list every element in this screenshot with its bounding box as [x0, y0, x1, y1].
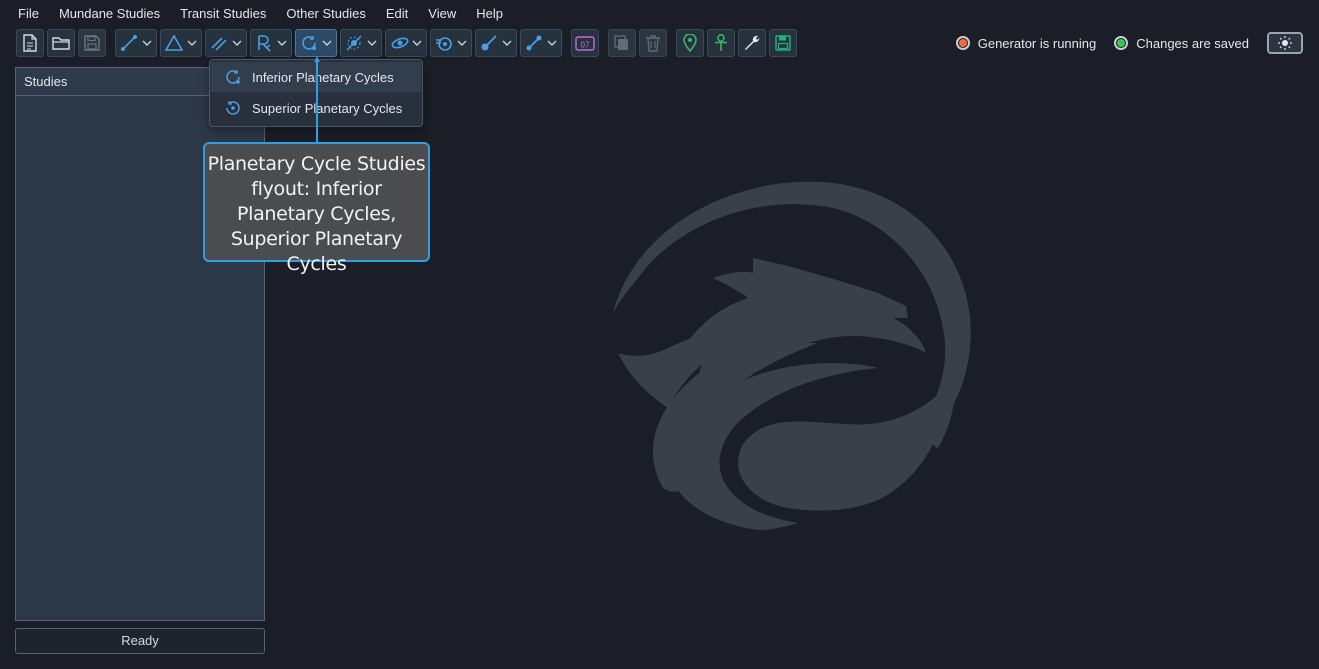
menu-view[interactable]: View: [418, 0, 466, 27]
wrench-icon: [745, 35, 760, 50]
chevron-down-icon: [457, 40, 467, 46]
status-bar: Ready: [15, 628, 265, 654]
svg-text:07: 07: [581, 41, 590, 50]
save-button[interactable]: [78, 29, 106, 57]
chevron-down-icon: [322, 40, 332, 46]
status-area: Generator is running Changes are saved: [955, 31, 1303, 55]
location-pin-icon: [683, 34, 697, 52]
parallels-dropdown-button[interactable]: [205, 29, 247, 57]
save-disk-icon: [84, 35, 100, 51]
trash-icon: [646, 35, 660, 52]
declination-dropdown-button[interactable]: [520, 29, 562, 57]
changes-status-label: Changes are saved: [1136, 35, 1249, 51]
save-green-icon: [775, 35, 791, 51]
superior-cycle-icon: [224, 99, 242, 117]
new-study-button[interactable]: [16, 29, 44, 57]
aspects-dropdown-button[interactable]: [115, 29, 157, 57]
callout-pointer-arrow: [314, 56, 320, 144]
chevron-down-icon: [502, 40, 512, 46]
lunations-dropdown-button[interactable]: [385, 29, 427, 57]
menu-mundane-studies[interactable]: Mundane Studies: [49, 0, 170, 27]
chevron-down-icon: [277, 40, 287, 46]
copy-button[interactable]: [608, 29, 636, 57]
copy-icon: [614, 35, 628, 50]
settings-button[interactable]: [738, 29, 766, 57]
retrograde-dropdown-button[interactable]: [250, 29, 292, 57]
retrograde-icon: [258, 35, 271, 52]
annotation-callout: Planetary Cycle Studies flyout: Inferior…: [203, 142, 430, 275]
calendar-button[interactable]: 07: [571, 29, 599, 57]
stations-icon: [481, 35, 497, 51]
chevron-down-icon: [412, 40, 422, 46]
flyout-item-label: Inferior Planetary Cycles: [252, 69, 394, 85]
aspects-icon: [121, 35, 137, 51]
ingress-icon: [436, 37, 452, 51]
changes-status: Changes are saved: [1114, 36, 1249, 51]
open-folder-icon: [52, 37, 70, 50]
inferior-cycle-icon: [224, 68, 242, 86]
sun-icon: [1278, 36, 1292, 50]
generator-status-indicator: [955, 36, 970, 50]
flyout-item-label: Superior Planetary Cycles: [252, 100, 403, 116]
menu-bar: File Mundane Studies Transit Studies Oth…: [0, 0, 1319, 27]
lunation-icon: [391, 37, 409, 49]
calendar-icon: 07: [575, 36, 595, 51]
menu-help[interactable]: Help: [466, 0, 513, 27]
menu-file[interactable]: File: [8, 0, 49, 27]
generator-status-label: Generator is running: [977, 35, 1097, 51]
patterns-dropdown-button[interactable]: [160, 29, 202, 57]
eclipse-icon: [346, 35, 362, 51]
menu-other-studies[interactable]: Other Studies: [276, 0, 376, 27]
chevron-down-icon: [547, 40, 557, 46]
changes-status-indicator: [1114, 36, 1129, 50]
declination-icon: [526, 35, 542, 51]
ankh-icon: [715, 34, 727, 51]
location-button[interactable]: [676, 29, 704, 57]
ankh-button[interactable]: [707, 29, 735, 57]
stations-dropdown-button[interactable]: [475, 29, 517, 57]
triangle-icon: [165, 34, 183, 51]
chevron-down-icon: [232, 40, 242, 46]
eclipses-dropdown-button[interactable]: [340, 29, 382, 57]
save-all-button[interactable]: [769, 29, 797, 57]
theme-toggle-button[interactable]: [1267, 32, 1303, 54]
planetary-cycles-dropdown-button[interactable]: [295, 29, 337, 57]
new-document-icon: [23, 34, 37, 52]
chevron-down-icon: [367, 40, 377, 46]
eagle-logo: [613, 181, 971, 530]
menu-edit[interactable]: Edit: [376, 0, 418, 27]
generator-status: Generator is running: [955, 35, 1097, 51]
delete-button[interactable]: [639, 29, 667, 57]
ingress-dropdown-button[interactable]: [430, 29, 472, 57]
menu-transit-studies[interactable]: Transit Studies: [170, 0, 276, 27]
chevron-down-icon: [187, 40, 197, 46]
planetary-cycles-icon: [302, 36, 316, 50]
open-button[interactable]: [47, 29, 75, 57]
chevron-down-icon: [142, 40, 152, 46]
parallels-icon: [211, 37, 227, 51]
